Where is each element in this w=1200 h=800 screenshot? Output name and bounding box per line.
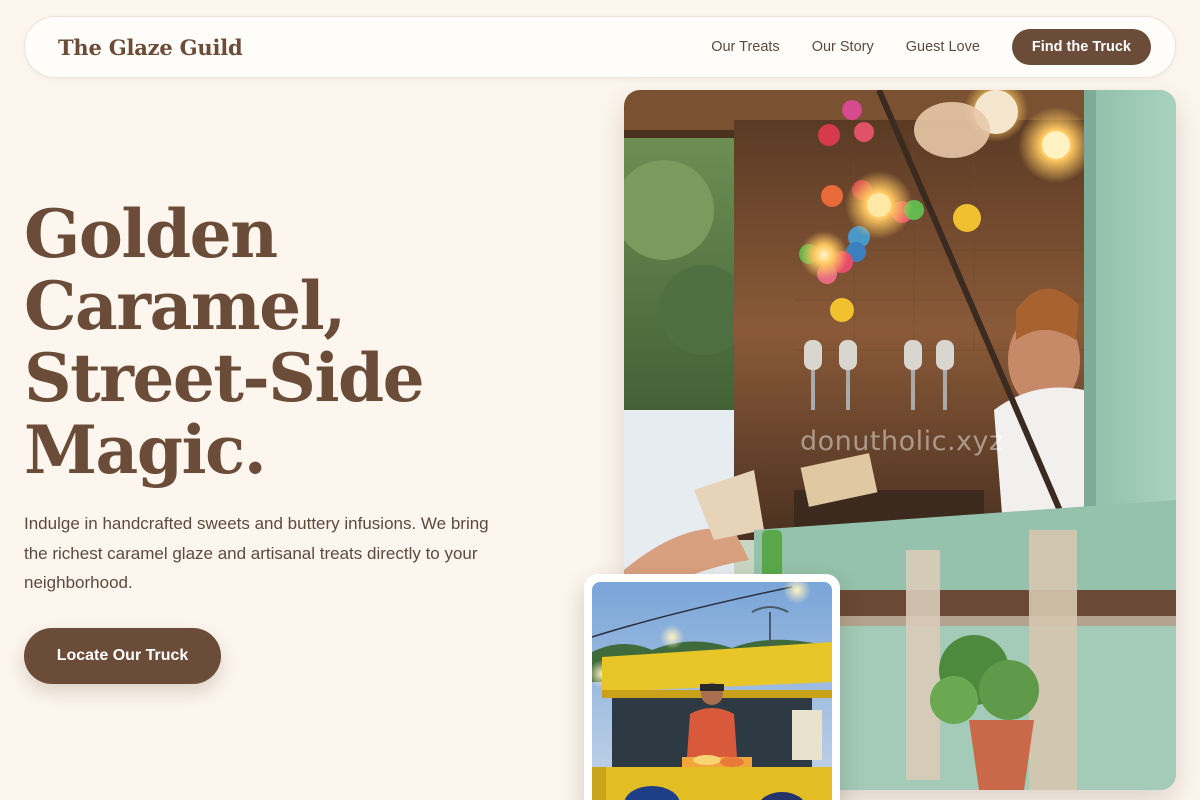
nav-link-our-treats[interactable]: Our Treats <box>711 39 780 55</box>
top-navbar: The Glaze Guild Our Treats Our Story Gue… <box>24 16 1176 78</box>
hero-title-line: Caramel, <box>24 267 346 345</box>
find-the-truck-button[interactable]: Find the Truck <box>1011 29 1151 65</box>
hero-title-line: Magic. <box>24 411 267 489</box>
hero-title: Golden Caramel, Street-Side Magic. <box>24 198 544 486</box>
hero-title-line: Street-Side <box>24 339 425 417</box>
locate-our-truck-button[interactable]: Locate Our Truck <box>24 628 221 684</box>
nav-links: Our Treats Our Story Guest Love Find the… <box>711 29 1151 65</box>
photo-watermark: donutholic.xyz <box>800 426 1004 457</box>
evening-truck-photo-card <box>584 574 840 800</box>
brand-logo[interactable]: The Glaze Guild <box>58 35 243 60</box>
nav-link-guest-love[interactable]: Guest Love <box>906 39 980 55</box>
nav-link-our-story[interactable]: Our Story <box>812 39 874 55</box>
hero-title-line: Golden <box>24 195 278 273</box>
hero-description: Indulge in handcrafted sweets and butter… <box>24 514 489 592</box>
evening-truck-photo <box>592 582 832 800</box>
